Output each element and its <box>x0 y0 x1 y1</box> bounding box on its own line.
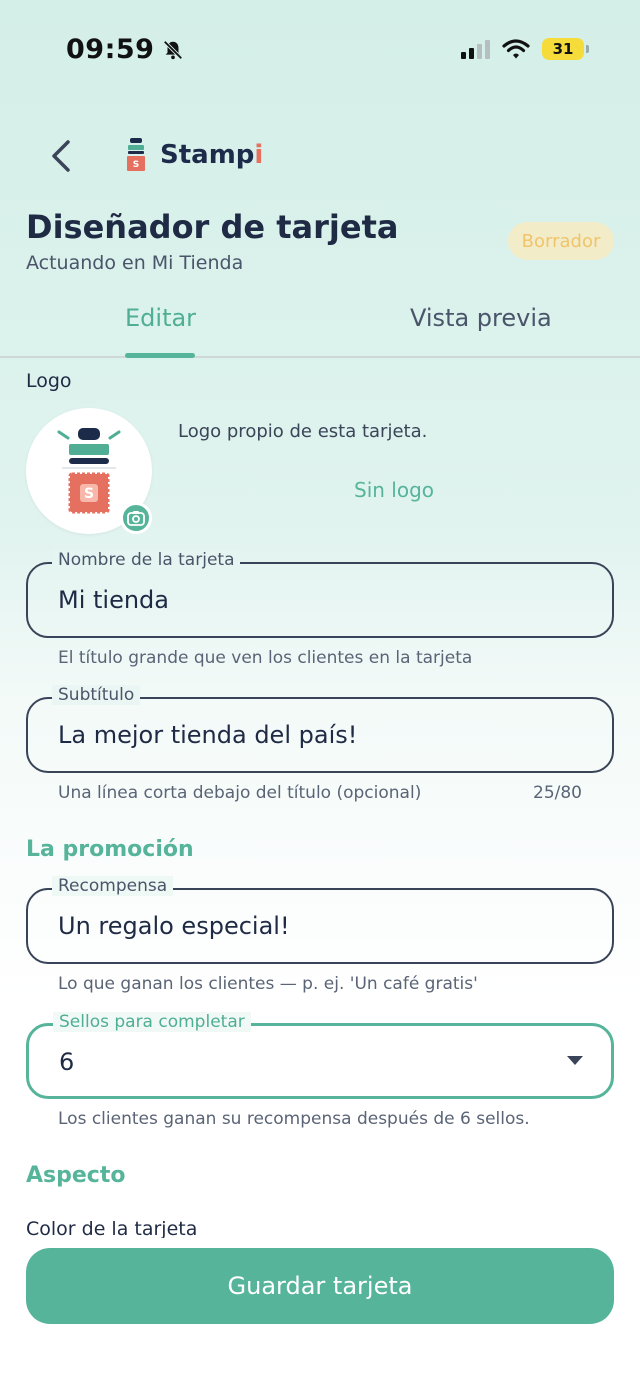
reward-helper: Lo que ganan los clientes — p. ej. 'Un c… <box>58 974 478 994</box>
promotion-heading: La promoción <box>26 837 194 862</box>
svg-text:S: S <box>133 160 139 170</box>
back-arrow-icon[interactable] <box>44 136 80 176</box>
status-badge: Borrador <box>508 222 614 260</box>
clock-text: 09:59 <box>66 34 155 65</box>
battery-icon: 31 <box>542 38 589 60</box>
stamps-value[interactable]: 6 <box>59 1048 74 1076</box>
status-bar: 09:59 31 <box>0 0 640 100</box>
card-color-label: Color de la tarjeta <box>26 1218 198 1238</box>
app-header: S Stampi <box>0 120 640 200</box>
card-subtitle-helper: Una línea corta debajo del título (opcio… <box>58 783 422 803</box>
bell-muted-icon <box>163 39 183 60</box>
page-title: Diseñador de tarjeta <box>26 208 399 246</box>
card-subtitle-field[interactable]: Subtítulo La mejor tienda del país! <box>26 685 614 773</box>
chevron-down-icon[interactable] <box>567 1056 583 1065</box>
stamps-helper: Los clientes ganan su recompensa después… <box>58 1109 530 1129</box>
card-name-helper: El título grande que ven los clientes en… <box>58 648 473 668</box>
brand-name-main: Stamp <box>160 140 255 170</box>
card-subtitle-input[interactable]: La mejor tienda del país! <box>58 721 357 749</box>
reward-input[interactable]: Un regalo especial! <box>58 912 290 940</box>
reward-label: Recompensa <box>52 876 174 896</box>
brand-logo: S Stampi <box>122 138 263 172</box>
appearance-heading: Aspecto <box>26 1163 126 1188</box>
brand-name-accent: i <box>254 140 264 170</box>
battery-level: 31 <box>552 40 574 58</box>
save-card-button[interactable]: Guardar tarjeta <box>26 1248 614 1324</box>
stamp-logo-icon: S <box>127 138 145 171</box>
reward-field[interactable]: Recompensa Un regalo especial! <box>26 876 614 964</box>
card-name-input[interactable]: Mi tienda <box>58 586 169 614</box>
tab-vista-previa[interactable]: Vista previa <box>410 304 552 332</box>
logo-description: Logo propio de esta tarjeta. <box>178 421 428 442</box>
remove-logo-button[interactable]: Sin logo <box>354 478 434 502</box>
status-indicators: 31 <box>461 38 589 60</box>
stamps-select[interactable]: Sellos para completar 6 <box>26 1012 614 1099</box>
svg-text:S: S <box>84 486 94 502</box>
logo-section-label: Logo <box>26 370 72 392</box>
status-time: 09:59 <box>66 34 184 65</box>
cellular-signal-icon <box>461 39 490 59</box>
wifi-icon <box>502 39 530 59</box>
page-subtitle: Actuando en Mi Tienda <box>26 252 244 274</box>
tab-editar[interactable]: Editar <box>125 304 196 332</box>
card-name-field[interactable]: Nombre de la tarjeta Mi tienda <box>26 550 614 638</box>
stamps-label: Sellos para completar <box>53 1012 251 1032</box>
camera-icon <box>127 511 145 526</box>
brand-name: Stampi <box>160 140 263 170</box>
active-tab-indicator <box>125 353 195 358</box>
card-subtitle-label: Subtítulo <box>52 685 141 705</box>
tab-bar: Editar Vista previa <box>0 286 640 358</box>
card-name-label: Nombre de la tarjeta <box>52 550 241 570</box>
character-counter: 25/80 <box>533 783 582 803</box>
change-logo-button[interactable] <box>120 502 152 534</box>
